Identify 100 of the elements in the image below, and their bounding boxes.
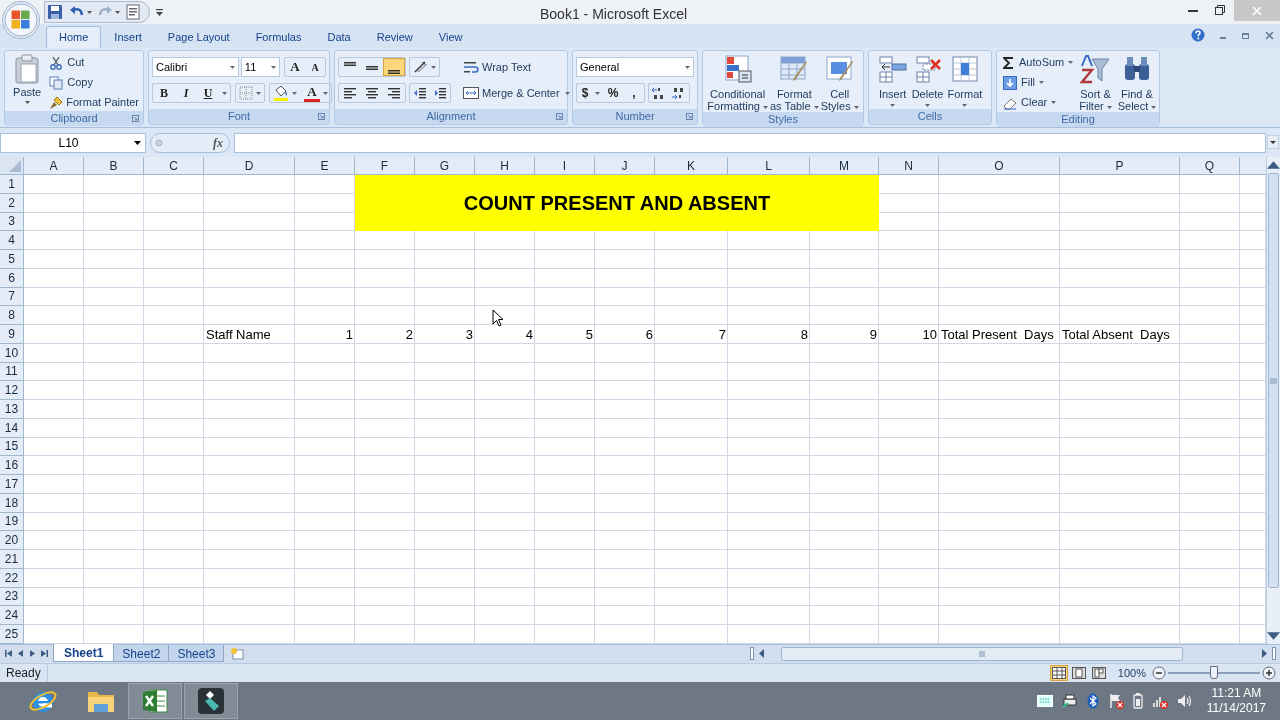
column-header[interactable]: N — [879, 157, 939, 175]
underline-button[interactable]: U — [197, 84, 219, 102]
bluetooth-icon[interactable] — [1086, 692, 1099, 709]
video-editor-app-button[interactable] — [184, 682, 238, 719]
column-header[interactable]: L — [728, 157, 810, 175]
zoom-level[interactable]: 100% — [1117, 664, 1146, 681]
clear-button[interactable]: Clear — [1003, 94, 1074, 111]
next-sheet-icon[interactable] — [29, 650, 36, 658]
caret-icon[interactable] — [87, 10, 92, 14]
last-sheet-icon[interactable] — [41, 650, 48, 658]
formula-input[interactable] — [234, 132, 1266, 153]
format-button[interactable]: Format — [947, 54, 983, 107]
row-header[interactable]: 16 — [0, 456, 24, 475]
row-header[interactable]: 25 — [0, 625, 24, 644]
row-header[interactable]: 4 — [0, 231, 24, 250]
sheet-tab[interactable]: Sheet3 — [169, 644, 225, 662]
office-button[interactable] — [2, 1, 40, 39]
merge-center-button[interactable]: Merge & Center — [463, 83, 570, 103]
row-header[interactable]: 5 — [0, 250, 24, 269]
printer-icon[interactable] — [1061, 692, 1078, 709]
fill-button[interactable]: Fill — [1003, 74, 1074, 91]
font-size-dropdown[interactable]: 11 — [240, 57, 280, 77]
row-header[interactable]: 13 — [0, 400, 24, 419]
zoom-in-icon[interactable] — [1262, 665, 1276, 680]
scroll-right-icon[interactable] — [1261, 649, 1268, 659]
wrap-text-button[interactable]: Wrap Text — [463, 57, 570, 77]
ribbon-tab[interactable]: Review — [363, 26, 426, 48]
row-header[interactable]: 17 — [0, 475, 24, 494]
grow-font-button[interactable]: A — [285, 58, 305, 76]
previous-sheet-icon[interactable] — [17, 650, 24, 658]
column-header[interactable]: P — [1060, 157, 1180, 175]
zoom-out-icon[interactable] — [1152, 665, 1166, 680]
column-header[interactable]: G — [415, 157, 475, 175]
flag-icon[interactable] — [1107, 692, 1124, 709]
caret-icon[interactable] — [323, 91, 328, 95]
horizontal-scroll-thumb[interactable] — [781, 646, 1183, 661]
column-header[interactable]: E — [295, 157, 355, 175]
find-select-button[interactable]: Find & Select — [1117, 54, 1157, 112]
align-bottom-icon[interactable] — [383, 58, 405, 76]
ribbon-tab[interactable]: Data — [314, 26, 364, 48]
caret-icon[interactable] — [292, 91, 297, 95]
row-header[interactable]: 9 — [0, 325, 24, 344]
help-icon[interactable] — [1191, 28, 1205, 42]
keyboard-icon[interactable] — [1036, 694, 1053, 707]
column-header[interactable]: J — [595, 157, 655, 175]
first-sheet-icon[interactable] — [5, 650, 12, 658]
column-header[interactable]: F — [355, 157, 415, 175]
restore-icon[interactable] — [1215, 5, 1225, 15]
paste-button[interactable]: Paste — [9, 54, 46, 104]
dialog-launcher-icon[interactable] — [686, 113, 693, 120]
currency-button[interactable]: $ — [577, 84, 593, 102]
dialog-launcher-icon[interactable] — [132, 115, 139, 122]
autosum-button[interactable]: AutoSum — [1003, 54, 1074, 71]
expand-icon[interactable] — [1267, 135, 1279, 149]
orientation-button[interactable] — [409, 57, 440, 77]
spreadsheet-app-button[interactable] — [128, 682, 182, 719]
print-preview-icon[interactable] — [125, 4, 141, 20]
percent-button[interactable]: % — [602, 84, 624, 102]
copy-button[interactable]: Copy — [49, 74, 139, 91]
normal-view-icon[interactable] — [1049, 664, 1068, 681]
column-header[interactable]: B — [84, 157, 144, 175]
ribbon-tab[interactable]: Formulas — [242, 26, 315, 48]
zoom-slider-thumb[interactable] — [1210, 665, 1218, 679]
column-header[interactable]: M — [810, 157, 879, 175]
sort-filter-button[interactable]: Sort & Filter — [1079, 54, 1112, 112]
column-header[interactable]: Q — [1180, 157, 1240, 175]
caret-icon[interactable] — [595, 91, 600, 95]
row-header[interactable]: 20 — [0, 531, 24, 550]
cut-button[interactable]: Cut — [49, 54, 139, 71]
page-break-view-icon[interactable] — [1089, 664, 1108, 681]
delete-button[interactable]: Delete — [911, 54, 944, 107]
comma-button[interactable]: , — [624, 84, 644, 102]
sheet-tab[interactable]: Sheet2 — [114, 644, 170, 662]
close-icon[interactable] — [1265, 30, 1274, 40]
save-icon[interactable] — [47, 4, 63, 20]
font-name-dropdown[interactable]: Calibri — [152, 57, 239, 77]
customize-caret-icon[interactable] — [156, 8, 163, 16]
clock[interactable]: 11:21 AM 11/14/2017 — [1206, 685, 1266, 716]
format-painter-button[interactable]: Format Painter — [49, 94, 139, 111]
shrink-font-button[interactable]: A — [305, 58, 325, 76]
grip-icon[interactable] — [155, 138, 163, 147]
ribbon-tab[interactable]: Insert — [101, 26, 155, 48]
insert-function-button[interactable]: fx — [213, 133, 223, 152]
caret-icon[interactable] — [115, 10, 120, 14]
column-header[interactable]: C — [144, 157, 204, 175]
caret-icon[interactable] — [222, 91, 227, 95]
ribbon-tab[interactable]: Page Layout — [154, 26, 243, 48]
column-header[interactable]: O — [939, 157, 1060, 175]
split-handle-icon[interactable] — [750, 647, 754, 661]
split-handle-icon[interactable] — [1272, 647, 1276, 661]
row-header[interactable]: 8 — [0, 306, 24, 325]
row-header[interactable]: 1 — [0, 175, 24, 194]
row-header[interactable]: 21 — [0, 550, 24, 569]
name-box[interactable]: L10 — [0, 132, 146, 153]
column-header[interactable]: K — [655, 157, 728, 175]
dialog-launcher-icon[interactable] — [318, 113, 325, 120]
column-header[interactable]: H — [475, 157, 535, 175]
scroll-thumb[interactable] — [1268, 173, 1279, 588]
format-as-table-button[interactable]: Format as Table — [769, 54, 819, 112]
italic-button[interactable]: I — [175, 84, 197, 102]
